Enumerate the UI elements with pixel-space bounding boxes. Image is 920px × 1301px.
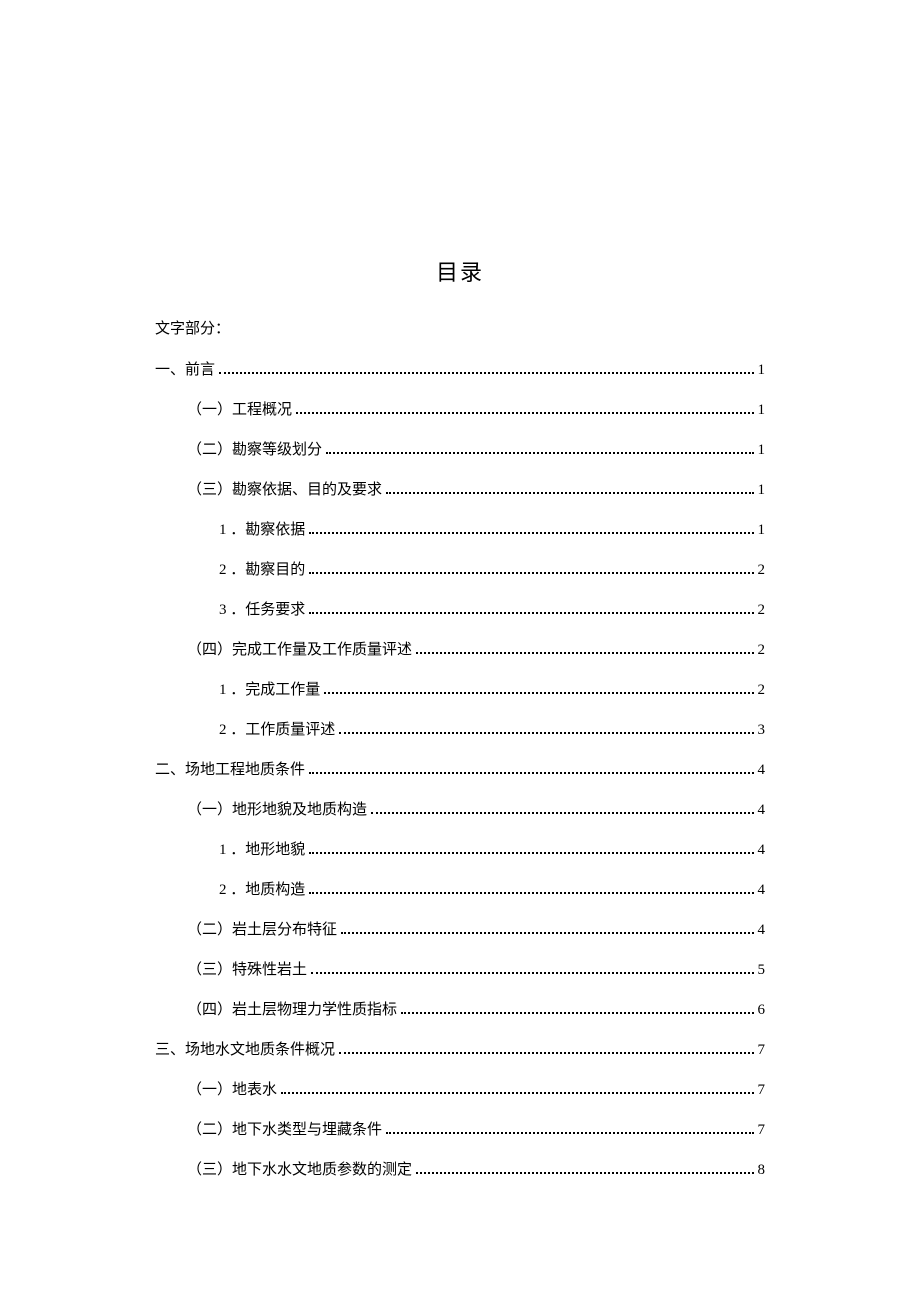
toc-entry: （二）地下水类型与埋藏条件 7 (155, 1118, 765, 1142)
toc-entry: （一）工程概况 1 (155, 398, 765, 422)
toc-entry-page: 8 (758, 1158, 766, 1182)
toc-entry-text: （一）地形地貌及地质构造 (187, 798, 367, 822)
toc-entry-page: 6 (758, 998, 766, 1022)
toc-entry: （三）地下水水文地质参数的测定 8 (155, 1158, 765, 1182)
toc-leader-dots (309, 892, 753, 894)
toc-entry-text: （四）完成工作量及工作质量评述 (187, 638, 412, 662)
toc-entry-page: 4 (758, 798, 766, 822)
toc-title: 目录 (155, 255, 765, 287)
toc-entry-text: （一）地表水 (187, 1078, 277, 1102)
toc-entry: （三）勘察依据、目的及要求 1 (155, 478, 765, 502)
toc-entry: （三）特殊性岩土 5 (155, 958, 765, 982)
toc-entry: 2 ．工作质量评述 3 (155, 718, 765, 742)
toc-entry-page: 2 (758, 638, 766, 662)
toc-entry-text: 1 ．地形地貌 (219, 838, 305, 862)
toc-entry: （一）地形地貌及地质构造 4 (155, 798, 765, 822)
toc-entry-page: 7 (758, 1038, 766, 1062)
toc-leader-dots (386, 1132, 753, 1134)
toc-entry-page: 1 (758, 438, 766, 462)
toc-entry-page: 4 (758, 758, 766, 782)
toc-entry-text: （一）工程概况 (187, 398, 292, 422)
toc-entry-text: 一、前言 (155, 358, 215, 382)
toc-entry: 2 ．勘察目的 2 (155, 558, 765, 582)
toc-entry: 二、场地工程地质条件 4 (155, 758, 765, 782)
toc-entry-text: （二）地下水类型与埋藏条件 (187, 1118, 382, 1142)
toc-entry-text: （四）岩土层物理力学性质指标 (187, 998, 397, 1022)
toc-entry: （二）岩土层分布特征 4 (155, 918, 765, 942)
toc-entry-page: 2 (758, 678, 766, 702)
toc-entry-page: 3 (758, 718, 766, 742)
toc-leader-dots (309, 612, 753, 614)
toc-entry: 一、前言 1 (155, 358, 765, 382)
toc-entry: 1 ．完成工作量 2 (155, 678, 765, 702)
toc-leader-dots (326, 452, 753, 454)
toc-leader-dots (311, 972, 753, 974)
toc-entry-text: 2 ．工作质量评述 (219, 718, 335, 742)
toc-leader-dots (324, 692, 753, 694)
toc-entry-text: （三）特殊性岩土 (187, 958, 307, 982)
toc-entry-page: 1 (758, 398, 766, 422)
toc-entry-text: 三、场地水文地质条件概况 (155, 1038, 335, 1062)
toc-entry-page: 2 (758, 598, 766, 622)
toc-entry-page: 7 (758, 1118, 766, 1142)
toc-entry-text: 1 ．勘察依据 (219, 518, 305, 542)
toc-leader-dots (339, 1052, 753, 1054)
toc-entry: （二）勘察等级划分 1 (155, 438, 765, 462)
toc-entry-text: （二）岩土层分布特征 (187, 918, 337, 942)
toc-entry-text: （三）地下水水文地质参数的测定 (187, 1158, 412, 1182)
toc-entry-text: 二、场地工程地质条件 (155, 758, 305, 782)
toc-list: 一、前言1（一）工程概况1（二）勘察等级划分1（三）勘察依据、目的及要求11 ．… (155, 358, 765, 1182)
toc-entry-page: 1 (758, 478, 766, 502)
toc-leader-dots (309, 852, 753, 854)
toc-entry-text: 2 ．勘察目的 (219, 558, 305, 582)
toc-entry-text: （三）勘察依据、目的及要求 (187, 478, 382, 502)
toc-entry: 1 ．地形地貌 4 (155, 838, 765, 862)
toc-entry: 2 ．地质构造 4 (155, 878, 765, 902)
toc-leader-dots (341, 932, 753, 934)
toc-entry-page: 7 (758, 1078, 766, 1102)
toc-leader-dots (416, 1172, 753, 1174)
section-label: 文字部分： (155, 317, 765, 338)
toc-entry: 3 ．任务要求 2 (155, 598, 765, 622)
toc-entry-page: 2 (758, 558, 766, 582)
toc-entry-page: 4 (758, 878, 766, 902)
toc-entry: 三、场地水文地质条件概况 7 (155, 1038, 765, 1062)
toc-leader-dots (309, 572, 753, 574)
toc-entry: （一）地表水 7 (155, 1078, 765, 1102)
toc-entry: 1 ．勘察依据 1 (155, 518, 765, 542)
document-content: 目录 文字部分： 一、前言1（一）工程概况1（二）勘察等级划分1（三）勘察依据、… (155, 255, 765, 1198)
toc-entry-page: 5 (758, 958, 766, 982)
toc-entry-page: 4 (758, 918, 766, 942)
toc-leader-dots (219, 372, 753, 374)
toc-leader-dots (416, 652, 753, 654)
toc-entry: （四）完成工作量及工作质量评述 2 (155, 638, 765, 662)
toc-leader-dots (339, 732, 753, 734)
toc-entry-page: 1 (758, 358, 766, 382)
toc-entry-text: 2 ．地质构造 (219, 878, 305, 902)
toc-entry-page: 4 (758, 838, 766, 862)
toc-leader-dots (309, 532, 753, 534)
toc-entry-text: 1 ．完成工作量 (219, 678, 320, 702)
toc-entry-page: 1 (758, 518, 766, 542)
toc-leader-dots (401, 1012, 753, 1014)
toc-leader-dots (371, 812, 753, 814)
toc-entry: （四）岩土层物理力学性质指标 6 (155, 998, 765, 1022)
toc-leader-dots (296, 412, 753, 414)
toc-leader-dots (309, 772, 753, 774)
toc-entry-text: （二）勘察等级划分 (187, 438, 322, 462)
toc-leader-dots (281, 1092, 753, 1094)
toc-entry-text: 3 ．任务要求 (219, 598, 305, 622)
toc-leader-dots (386, 492, 753, 494)
